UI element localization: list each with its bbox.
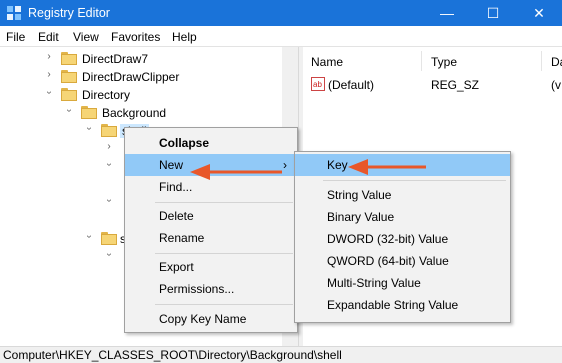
tree-node-label: Directory <box>82 88 131 102</box>
menu-separator <box>323 180 506 181</box>
chevron-right-icon[interactable]: › <box>104 141 114 152</box>
chevron-down-icon[interactable]: › <box>84 124 95 134</box>
folder-icon <box>101 124 117 137</box>
status-bar: Computer\HKEY_CLASSES_ROOT\Directory\Bac… <box>0 346 562 363</box>
annotation-arrow-icon <box>190 164 282 180</box>
submenu-item-qword-value[interactable]: QWORD (64-bit) Value <box>295 250 510 272</box>
column-divider[interactable] <box>421 51 422 71</box>
submenu-item-binary-value[interactable]: Binary Value <box>295 206 510 228</box>
menu-item-label: Rename <box>159 231 205 245</box>
new-submenu: Key String Value Binary Value DWORD (32-… <box>294 151 511 323</box>
column-header-data[interactable]: Da <box>551 55 562 69</box>
context-menu: Collapse New › Find... Delete Rename Exp… <box>124 127 298 333</box>
menu-item-label: DWORD (32-bit) Value <box>327 232 449 246</box>
window-title: Registry Editor <box>28 6 110 20</box>
folder-icon <box>101 232 117 245</box>
menu-item-label: Delete <box>159 209 194 223</box>
menu-view[interactable]: View <box>73 30 99 44</box>
menu-help[interactable]: Help <box>172 30 197 44</box>
column-header-name[interactable]: Name <box>311 55 343 69</box>
close-button[interactable]: ✕ <box>516 0 562 26</box>
chevron-down-icon[interactable]: › <box>104 196 115 206</box>
submenu-item-dword-value[interactable]: DWORD (32-bit) Value <box>295 228 510 250</box>
minimize-icon: — <box>440 5 454 21</box>
menu-item-label: Binary Value <box>327 210 395 224</box>
chevron-down-icon[interactable]: › <box>104 160 115 170</box>
folder-icon <box>61 52 77 65</box>
close-icon: ✕ <box>533 4 545 21</box>
annotation-arrow-icon <box>348 159 426 175</box>
menu-favorites[interactable]: Favorites <box>111 30 160 44</box>
value-data: (v <box>551 78 561 92</box>
menu-item-export[interactable]: Export <box>125 256 297 278</box>
menu-item-delete[interactable]: Delete <box>125 205 297 227</box>
list-item[interactable]: ab (Default) REG_SZ (v <box>309 77 562 95</box>
submenu-item-string-value[interactable]: String Value <box>295 184 510 206</box>
title-bar: Registry Editor — ☐ ✕ <box>0 0 562 26</box>
column-divider[interactable] <box>541 51 542 71</box>
folder-icon <box>61 70 77 83</box>
menu-separator <box>155 253 293 254</box>
menu-item-label: Multi-String Value <box>327 276 421 290</box>
chevron-down-icon[interactable]: › <box>64 106 75 116</box>
value-type: REG_SZ <box>431 78 480 92</box>
menu-item-label: Find... <box>159 180 193 194</box>
menu-item-label: Collapse <box>159 136 210 150</box>
menu-separator <box>155 202 293 203</box>
chevron-down-icon[interactable]: › <box>104 250 115 260</box>
maximize-icon: ☐ <box>486 4 500 21</box>
folder-icon <box>81 106 97 119</box>
menu-file[interactable]: File <box>6 30 25 44</box>
chevron-right-icon[interactable]: › <box>44 69 54 80</box>
menu-item-label: Key <box>327 158 348 172</box>
menu-item-label: Export <box>159 260 194 274</box>
svg-text:ab: ab <box>313 80 322 89</box>
chevron-down-icon[interactable]: › <box>84 232 95 242</box>
menu-item-label: QWORD (64-bit) Value <box>327 254 449 268</box>
menu-item-permissions[interactable]: Permissions... <box>125 278 297 300</box>
status-path: Computer\HKEY_CLASSES_ROOT\Directory\Bac… <box>3 348 342 362</box>
menu-item-copy-key-name[interactable]: Copy Key Name <box>125 308 297 330</box>
menu-item-rename[interactable]: Rename <box>125 227 297 249</box>
tree-node-label: DirectDraw7 <box>82 52 149 66</box>
maximize-button[interactable]: ☐ <box>470 0 516 26</box>
menu-item-label: New <box>159 158 184 172</box>
submenu-item-multi-string-value[interactable]: Multi-String Value <box>295 272 510 294</box>
menu-bar: File Edit View Favorites Help <box>0 26 562 47</box>
tree-node-label: Background <box>102 106 167 120</box>
minimize-button[interactable]: — <box>424 0 470 26</box>
menu-edit[interactable]: Edit <box>38 30 59 44</box>
menu-item-collapse[interactable]: Collapse <box>125 132 297 154</box>
submenu-item-expandable-string-value[interactable]: Expandable String Value <box>295 294 510 316</box>
tree-node-label: DirectDrawClipper <box>82 70 180 84</box>
menu-separator <box>155 304 293 305</box>
menu-item-label: Permissions... <box>159 282 235 296</box>
chevron-down-icon[interactable]: › <box>44 88 55 98</box>
registry-editor-icon <box>7 6 21 20</box>
menu-item-label: String Value <box>327 188 392 202</box>
value-name: (Default) <box>328 78 375 92</box>
column-header-type[interactable]: Type <box>431 55 457 69</box>
menu-item-label: Expandable String Value <box>327 298 459 312</box>
chevron-right-icon[interactable]: › <box>44 51 54 62</box>
folder-icon <box>61 88 77 101</box>
menu-item-label: Copy Key Name <box>159 312 247 326</box>
string-value-icon: ab <box>311 77 325 91</box>
